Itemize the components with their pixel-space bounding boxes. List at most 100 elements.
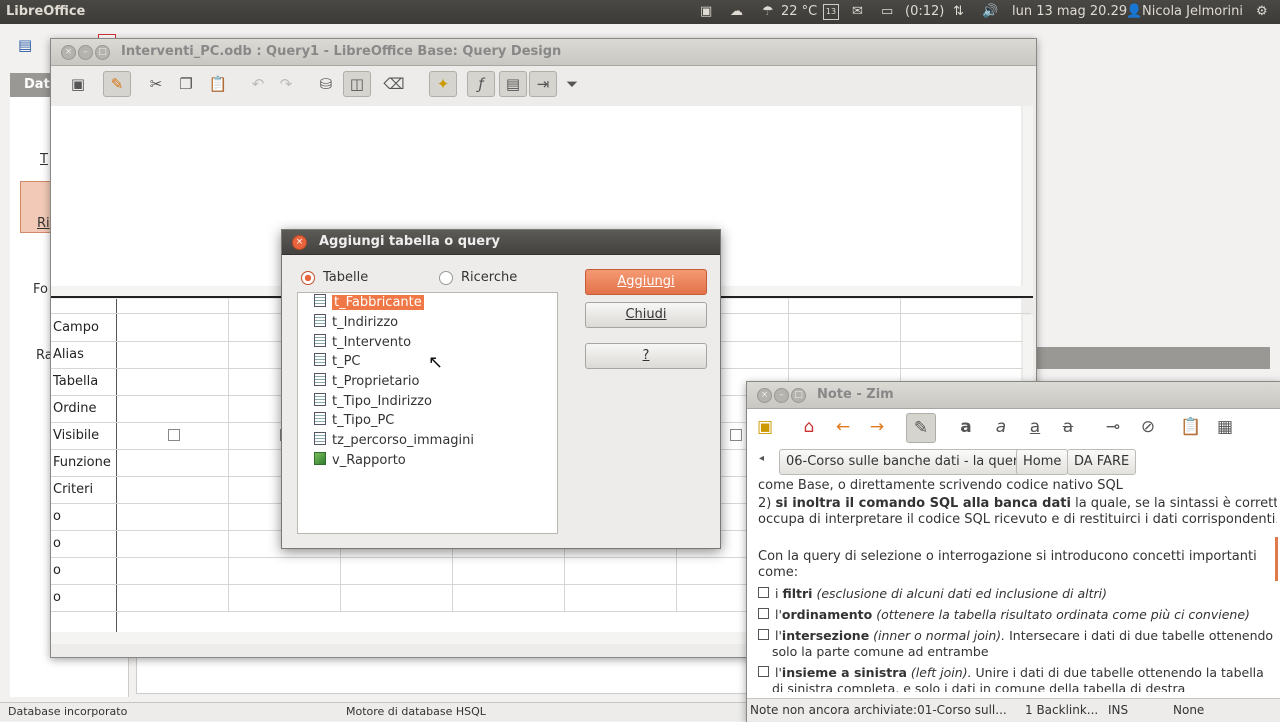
calendar-icon[interactable]: 13 <box>823 4 839 20</box>
breadcrumb-item[interactable]: 06-Corso sulle banche dati - la query <box>779 449 1033 475</box>
visible-checkbox[interactable] <box>730 429 742 441</box>
radio-queries-label[interactable]: Ricerche <box>461 270 517 285</box>
link-icon[interactable]: ⊸ <box>1099 413 1127 441</box>
settings-gear-icon[interactable]: ⚙ <box>1256 4 1268 19</box>
battery-time[interactable]: (0:12) <box>905 4 944 19</box>
functions-icon[interactable]: ƒ <box>467 71 495 97</box>
radio-queries[interactable] <box>439 271 453 285</box>
redo-icon[interactable]: ↷ <box>273 71 299 97</box>
status-mode: INS <box>1108 703 1129 717</box>
zim-titlebar[interactable]: × – □ Note - Zim <box>747 382 1280 409</box>
zim-window: × – □ Note - Zim ▣ ⌂ ← → ✎ a a a a ⊸ ⊘ 📋… <box>746 381 1280 722</box>
table-name-icon[interactable]: ▤ <box>499 71 527 97</box>
alias-icon[interactable]: ⇥ <box>529 71 557 97</box>
checkbox[interactable] <box>758 587 769 598</box>
temperature[interactable]: 22 °C <box>781 4 817 19</box>
list-item[interactable]: t_Tipo_Indirizzo <box>314 392 432 411</box>
table-area-scrollbar[interactable] <box>1023 106 1033 286</box>
clipboard-icon[interactable]: 📋 <box>1177 413 1205 441</box>
close-icon[interactable]: × <box>61 45 76 60</box>
strike-icon[interactable]: a <box>1054 413 1082 441</box>
minimize-icon[interactable]: – <box>774 388 789 403</box>
list-item[interactable]: t_Fabbricante <box>314 293 424 312</box>
table-list[interactable]: t_Fabbricante t_Indirizzo t_Intervento t… <box>297 292 558 534</box>
network-icon[interactable]: ⇅ <box>953 4 964 19</box>
bold-icon[interactable]: a <box>952 413 980 441</box>
calendar-icon[interactable]: ▦ <box>1211 413 1239 441</box>
checkbox[interactable] <box>758 666 769 677</box>
note-line: solo la parte comune ad entrambe <box>772 644 989 659</box>
dropbox-icon[interactable]: ▣ <box>700 4 712 19</box>
minimize-icon[interactable]: – <box>78 45 93 60</box>
query-toolbar: ▣ ✎ ✂ ❐ 📋 ↶ ↷ ⛁ ◫ ⌫ ✦ ƒ ▤ ⇥ ⏷ <box>51 66 1036 102</box>
table-icon <box>314 294 326 307</box>
clock[interactable]: lun 13 mag 20.29 <box>1012 4 1127 19</box>
volume-icon[interactable]: 🔊 <box>982 4 998 19</box>
query-titlebar[interactable]: × – □ Interventi_PC.odb : Query1 - Libre… <box>51 39 1036 66</box>
close-icon[interactable]: × <box>757 388 772 403</box>
cut-icon[interactable]: ✂ <box>143 71 169 97</box>
cloud-icon[interactable]: ☁ <box>730 4 743 19</box>
list-item[interactable]: t_Indirizzo <box>314 313 398 332</box>
checklist-item: l'insieme a sinistra (left join). Unire … <box>758 665 1264 680</box>
maximize-icon[interactable]: □ <box>95 45 110 60</box>
list-item[interactable]: t_PC <box>314 352 361 371</box>
radio-tables[interactable] <box>301 271 315 285</box>
list-item[interactable]: t_Proprietario <box>314 372 419 391</box>
query-window-title: Interventi_PC.odb : Query1 - LibreOffice… <box>121 44 562 59</box>
breadcrumb-item[interactable]: Home <box>1016 449 1069 475</box>
back-arrow-icon[interactable]: ← <box>829 413 857 441</box>
table-icon <box>314 314 326 327</box>
run-query-icon[interactable]: ⛁ <box>313 71 339 97</box>
row-label: Tabella <box>53 374 99 389</box>
save-icon[interactable]: ▣ <box>65 71 91 97</box>
dialog-titlebar[interactable]: × Aggiungi tabella o query <box>282 230 720 255</box>
add-table-icon[interactable]: ✦ <box>429 71 457 97</box>
status-backlinks[interactable]: 1 Backlink... <box>1025 703 1098 717</box>
visible-checkbox[interactable] <box>168 429 180 441</box>
list-item[interactable]: v_Rapporto <box>314 451 406 470</box>
sidebar-label-forms[interactable]: Fo <box>33 282 48 297</box>
checkbox[interactable] <box>758 608 769 619</box>
close-icon[interactable]: × <box>292 235 307 250</box>
zim-text-area[interactable]: come Base, o direttamente scrivendo codi… <box>747 477 1277 692</box>
help-button[interactable]: ? <box>585 343 707 369</box>
design-view-icon[interactable]: ◫ <box>343 71 371 97</box>
maximize-icon[interactable]: □ <box>791 388 806 403</box>
distinct-values-icon[interactable]: ⏷ <box>559 71 585 97</box>
user-icon: 👤 <box>1126 4 1143 19</box>
weather-icon[interactable]: ☂ <box>762 4 774 19</box>
breadcrumb-left-icon[interactable]: ◂ <box>759 453 764 464</box>
list-item[interactable]: t_Tipo_PC <box>314 411 394 430</box>
sidebar-label-tables[interactable]: T <box>40 152 48 167</box>
clear-query-icon[interactable]: ⌫ <box>381 71 407 97</box>
zim-scrollbar-thumb[interactable] <box>1275 537 1278 581</box>
checkbox[interactable] <box>758 629 769 640</box>
breadcrumb-item[interactable]: DA FARE <box>1067 449 1137 475</box>
italic-icon[interactable]: a <box>987 413 1015 441</box>
list-item[interactable]: t_Intervento <box>314 333 411 352</box>
list-item[interactable]: tz_percorso_immagini <box>314 431 474 450</box>
edit-pencil-icon[interactable]: ✎ <box>906 413 936 443</box>
user-name[interactable]: Nicola Jelmorini <box>1142 4 1243 19</box>
copy-icon[interactable]: ❐ <box>173 71 199 97</box>
open-note-icon[interactable]: ▣ <box>751 413 779 441</box>
document-icon: ▤ <box>18 36 33 54</box>
attach-icon[interactable]: ⊘ <box>1134 413 1162 441</box>
add-button[interactable]: Aggiungi <box>585 269 707 295</box>
undo-icon[interactable]: ↶ <box>245 71 271 97</box>
zim-statusbar: Note non ancora archiviate:01-Corso sull… <box>747 698 1280 722</box>
close-button[interactable]: Chiudi <box>585 302 707 328</box>
highlight-icon[interactable]: a <box>1021 413 1049 441</box>
mail-icon[interactable]: ✉ <box>852 4 863 19</box>
paste-icon[interactable]: 📋 <box>205 71 231 97</box>
note-line: Con la query di selezione o interrogazio… <box>758 549 1257 564</box>
battery-icon[interactable]: ▭ <box>881 4 893 19</box>
edit-mode-icon[interactable]: ✎ <box>103 71 131 97</box>
forward-arrow-icon[interactable]: → <box>863 413 891 441</box>
row-label: Visibile <box>53 428 100 443</box>
home-icon[interactable]: ⌂ <box>795 413 823 441</box>
radio-tables-label[interactable]: Tabelle <box>323 270 368 285</box>
checklist-item: i filtri (esclusione di alcuni dati ed i… <box>758 586 1107 601</box>
sidebar-label-queries[interactable]: Ri <box>37 216 50 231</box>
